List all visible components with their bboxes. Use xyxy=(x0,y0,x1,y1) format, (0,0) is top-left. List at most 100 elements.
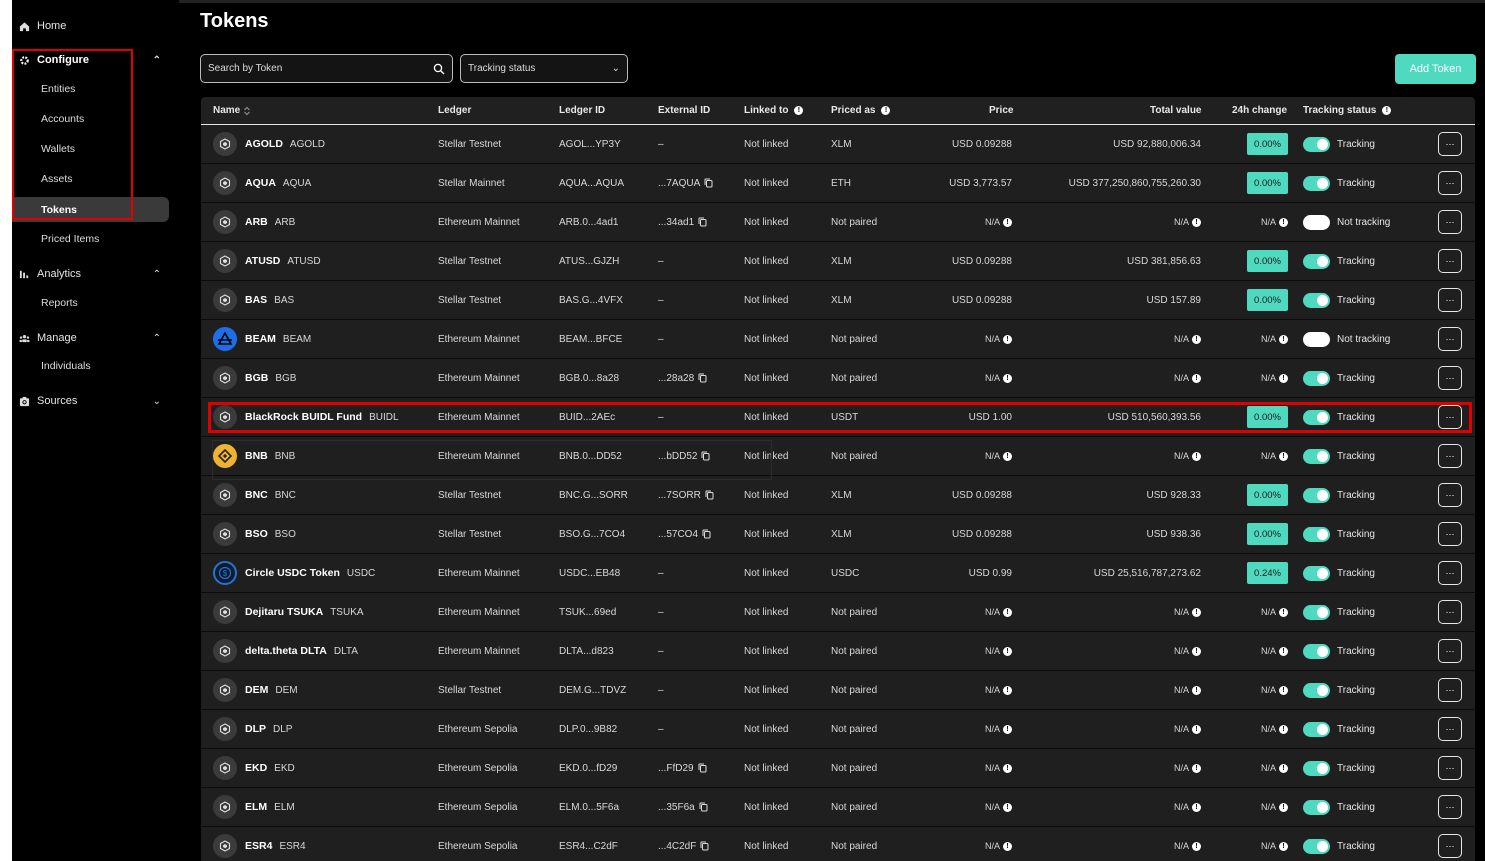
tracking-toggle[interactable] xyxy=(1303,175,1330,191)
info-icon[interactable]: ! xyxy=(1192,763,1201,773)
info-icon[interactable]: ! xyxy=(1192,373,1201,383)
more-options-button[interactable]: ⋯ xyxy=(1438,834,1462,858)
tracking-status-select[interactable]: Tracking status ⌄ xyxy=(460,54,628,83)
search-input[interactable] xyxy=(208,63,433,74)
sidebar-item-accounts[interactable]: Accounts xyxy=(41,113,84,125)
copy-icon[interactable] xyxy=(699,802,708,812)
more-options-button[interactable]: ⋯ xyxy=(1438,327,1462,351)
info-icon[interactable]: ! xyxy=(1279,802,1288,812)
table-row[interactable]: delta.theta DLTA DLTA Ethereum Mainnet D… xyxy=(201,632,1475,671)
table-row[interactable]: AQUA AQUA Stellar Mainnet AQUA...AQUA ..… xyxy=(201,164,1475,203)
info-icon[interactable]: ! xyxy=(1192,646,1201,656)
copy-icon[interactable] xyxy=(702,529,711,539)
token-name[interactable]: DEM xyxy=(245,684,268,696)
tracking-toggle[interactable] xyxy=(1303,370,1330,386)
sidebar-section-manage[interactable]: Manage ⌃ xyxy=(19,332,161,344)
table-row[interactable]: BEAM BEAM Ethereum Mainnet BEAM...BFCE –… xyxy=(201,320,1475,359)
table-row[interactable]: BAS BAS Stellar Testnet BAS.G...4VFX – N… xyxy=(201,281,1475,320)
sidebar-item-home[interactable]: Home xyxy=(19,20,66,32)
sort-icon[interactable] xyxy=(243,106,251,116)
token-name[interactable]: BNB xyxy=(245,450,268,462)
sidebar-section-configure[interactable]: Configure ⌃ xyxy=(19,54,161,66)
tracking-toggle[interactable] xyxy=(1303,487,1330,503)
token-name[interactable]: BAS xyxy=(245,294,267,306)
copy-icon[interactable] xyxy=(698,373,707,383)
info-icon[interactable]: ! xyxy=(1382,106,1392,115)
table-row[interactable]: ATUSD ATUSD Stellar Testnet ATUS...GJZH … xyxy=(201,242,1475,281)
token-name[interactable]: ARB xyxy=(245,216,268,228)
info-icon[interactable]: ! xyxy=(1279,841,1288,851)
copy-icon[interactable] xyxy=(704,178,713,188)
token-name[interactable]: BGB xyxy=(245,372,268,384)
tracking-toggle[interactable] xyxy=(1303,838,1330,854)
token-name[interactable]: BlackRock BUIDL Fund xyxy=(245,411,362,423)
info-icon[interactable]: ! xyxy=(1279,763,1288,773)
more-options-button[interactable]: ⋯ xyxy=(1438,132,1462,156)
token-name[interactable]: Dejitaru TSUKA xyxy=(245,606,323,618)
tracking-toggle[interactable] xyxy=(1303,799,1330,815)
info-icon[interactable]: ! xyxy=(1192,607,1201,617)
add-token-button[interactable]: Add Token xyxy=(1395,54,1476,84)
table-row[interactable]: BlackRock BUIDL Fund BUIDL Ethereum Main… xyxy=(201,398,1475,437)
more-options-button[interactable]: ⋯ xyxy=(1438,210,1462,234)
tracking-toggle[interactable] xyxy=(1303,214,1330,230)
more-options-button[interactable]: ⋯ xyxy=(1438,366,1462,390)
more-options-button[interactable]: ⋯ xyxy=(1438,795,1462,819)
info-icon[interactable]: ! xyxy=(1003,217,1012,227)
table-row[interactable]: BNB BNB Ethereum Mainnet BNB.0...DD52 ..… xyxy=(201,437,1475,476)
tracking-toggle[interactable] xyxy=(1303,526,1330,542)
sidebar-section-analytics[interactable]: Analytics ⌃ xyxy=(19,268,161,280)
search-icon[interactable] xyxy=(433,63,445,75)
tracking-toggle[interactable] xyxy=(1303,409,1330,425)
copy-icon[interactable] xyxy=(698,763,707,773)
tracking-toggle[interactable] xyxy=(1303,448,1330,464)
token-name[interactable]: ATUSD xyxy=(245,255,280,267)
table-row[interactable]: BGB BGB Ethereum Mainnet BGB.0...8a28 ..… xyxy=(201,359,1475,398)
token-name[interactable]: BNC xyxy=(245,489,268,501)
more-options-button[interactable]: ⋯ xyxy=(1438,678,1462,702)
more-options-button[interactable]: ⋯ xyxy=(1438,288,1462,312)
info-icon[interactable]: ! xyxy=(1003,607,1012,617)
table-row[interactable]: $ Circle USDC Token USDC Ethereum Mainne… xyxy=(201,554,1475,593)
info-icon[interactable]: ! xyxy=(1003,685,1012,695)
info-icon[interactable]: ! xyxy=(1279,685,1288,695)
sidebar-item-individuals[interactable]: Individuals xyxy=(41,360,91,372)
token-name[interactable]: delta.theta DLTA xyxy=(245,645,327,657)
sidebar-item-priced-items[interactable]: Priced Items xyxy=(41,233,99,245)
tracking-toggle[interactable] xyxy=(1303,682,1330,698)
info-icon[interactable]: ! xyxy=(1279,373,1288,383)
token-name[interactable]: Circle USDC Token xyxy=(245,567,340,579)
table-row[interactable]: ELM ELM Ethereum Sepolia ELM.0...5F6a ..… xyxy=(201,788,1475,827)
tracking-toggle[interactable] xyxy=(1303,292,1330,308)
info-icon[interactable]: ! xyxy=(1279,724,1288,734)
info-icon[interactable]: ! xyxy=(1003,802,1012,812)
more-options-button[interactable]: ⋯ xyxy=(1438,561,1462,585)
tracking-toggle[interactable] xyxy=(1303,253,1330,269)
more-options-button[interactable]: ⋯ xyxy=(1438,639,1462,663)
tracking-toggle[interactable] xyxy=(1303,331,1330,347)
info-icon[interactable]: ! xyxy=(1003,373,1012,383)
table-row[interactable]: DEM DEM Stellar Testnet DEM.G...TDVZ – N… xyxy=(201,671,1475,710)
more-options-button[interactable]: ⋯ xyxy=(1438,483,1462,507)
table-row[interactable]: Dejitaru TSUKA TSUKA Ethereum Mainnet TS… xyxy=(201,593,1475,632)
more-options-button[interactable]: ⋯ xyxy=(1438,756,1462,780)
info-icon[interactable]: ! xyxy=(1279,334,1288,344)
info-icon[interactable]: ! xyxy=(1192,217,1201,227)
search-field[interactable] xyxy=(200,54,453,83)
more-options-button[interactable]: ⋯ xyxy=(1438,444,1462,468)
token-name[interactable]: ESR4 xyxy=(245,840,272,852)
info-icon[interactable]: ! xyxy=(1192,841,1201,851)
token-name[interactable]: AGOLD xyxy=(245,138,283,150)
info-icon[interactable]: ! xyxy=(1279,607,1288,617)
info-icon[interactable]: ! xyxy=(1003,763,1012,773)
info-icon[interactable]: ! xyxy=(1279,646,1288,656)
info-icon[interactable]: ! xyxy=(1003,724,1012,734)
more-options-button[interactable]: ⋯ xyxy=(1438,249,1462,273)
info-icon[interactable]: ! xyxy=(1192,724,1201,734)
table-row[interactable]: ARB ARB Ethereum Mainnet ARB.0...4ad1 ..… xyxy=(201,203,1475,242)
more-options-button[interactable]: ⋯ xyxy=(1438,405,1462,429)
info-icon[interactable]: ! xyxy=(794,106,804,115)
token-name[interactable]: BSO xyxy=(245,528,268,540)
table-row[interactable]: DLP DLP Ethereum Sepolia DLP.0...9B82 – … xyxy=(201,710,1475,749)
column-header-name[interactable]: Name xyxy=(213,105,251,116)
